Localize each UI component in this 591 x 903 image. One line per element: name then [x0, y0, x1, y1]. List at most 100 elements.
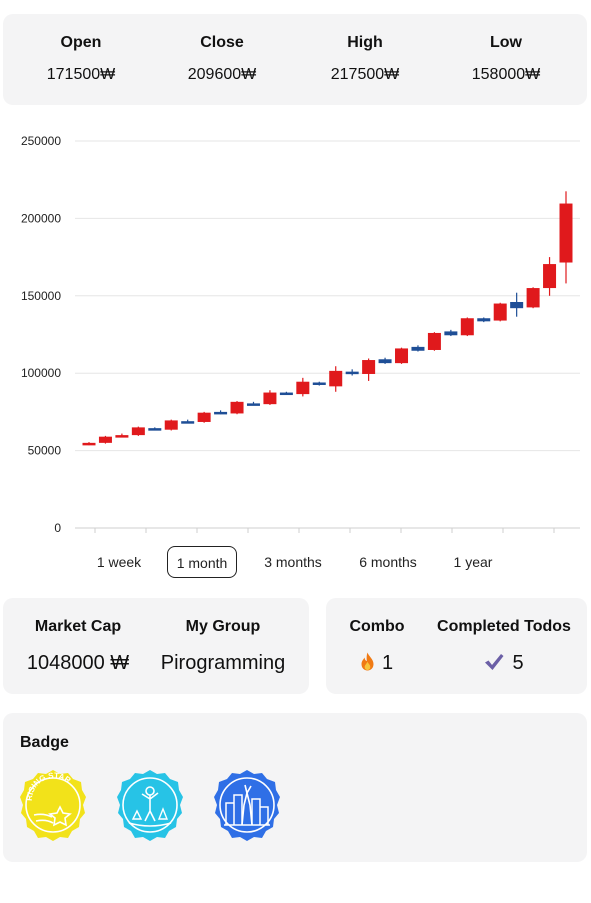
high-value: 217500₩ — [330, 66, 400, 83]
candle — [329, 366, 343, 392]
candle — [526, 287, 540, 309]
nature-badge-icon[interactable] — [117, 769, 183, 841]
candle — [345, 369, 359, 376]
candle-body-down — [279, 392, 293, 396]
candle — [246, 401, 260, 406]
candle — [181, 419, 195, 424]
candle-body-up — [82, 442, 96, 446]
candle — [460, 317, 474, 337]
chart-y-axis: 0 50000 100000 150000 200000 250000 — [21, 134, 580, 535]
city-badge-icon[interactable] — [214, 769, 280, 841]
todos-value-row: 5 — [430, 652, 578, 675]
activity-card: Combo 1 Completed Todos 5 — [326, 598, 587, 694]
combo-label: Combo — [349, 618, 405, 635]
todos-value: 5 — [512, 652, 524, 674]
high-label: High — [347, 34, 383, 51]
y-tick-label: 150000 — [21, 289, 61, 303]
candle — [230, 401, 244, 415]
candle-body-down — [214, 411, 228, 415]
candle-body-up — [230, 401, 244, 414]
candle-body-down — [345, 371, 359, 375]
candle-body-up — [197, 412, 211, 422]
candle — [98, 435, 112, 444]
combo-value-row: 1 — [338, 652, 416, 675]
y-tick-label: 200000 — [21, 211, 61, 225]
todos-label: Completed Todos — [437, 618, 571, 635]
candle — [395, 347, 409, 364]
market-cap-label: Market Cap — [34, 618, 122, 635]
candle — [312, 381, 326, 386]
candle — [279, 391, 293, 396]
candle-body-up — [296, 381, 310, 395]
candle — [148, 427, 162, 431]
candle-body-up — [362, 360, 376, 374]
checkmark-icon — [485, 654, 504, 670]
range-1-month[interactable]: 1 month — [167, 546, 237, 578]
y-tick-label: 100000 — [21, 366, 61, 380]
candle — [493, 302, 507, 322]
rising-star-badge-icon[interactable]: RISING STAR — [20, 769, 86, 841]
range-1-week[interactable]: 1 week — [84, 546, 154, 578]
close-value: 209600₩ — [187, 66, 257, 83]
candle — [378, 357, 392, 364]
market-cap-value: 1048000 ₩ — [26, 652, 130, 674]
candle — [296, 377, 310, 397]
candle — [559, 191, 573, 284]
candle-body-up — [526, 288, 540, 308]
range-6-months[interactable]: 6 months — [347, 546, 429, 578]
time-range-selector: 1 week 1 month 3 months 6 months 1 year — [0, 546, 591, 580]
candle — [362, 358, 376, 381]
candle-body-down — [246, 403, 260, 406]
candle-body-down — [312, 382, 326, 385]
candle-body-up — [559, 203, 573, 263]
candle-body-up — [543, 264, 557, 289]
ohlc-summary-card: Open 171500₩ Close 209600₩ High 217500₩ … — [3, 14, 587, 105]
open-label: Open — [60, 34, 102, 51]
candle — [510, 292, 524, 317]
range-1-year[interactable]: 1 year — [441, 546, 505, 578]
candle-body-up — [493, 303, 507, 321]
candle-body-up — [329, 370, 343, 387]
high-column: High 217500₩ — [305, 14, 425, 84]
candle — [444, 329, 458, 337]
group-value: Pirogramming — [160, 652, 286, 674]
y-tick-label: 0 — [54, 521, 61, 535]
candle-body-down — [148, 428, 162, 431]
low-label: Low — [490, 34, 522, 51]
candle-body-up — [164, 420, 178, 430]
range-3-months[interactable]: 3 months — [252, 546, 334, 578]
candle — [411, 345, 425, 352]
candle — [164, 419, 178, 431]
candle-body-down — [477, 318, 491, 322]
candle-body-down — [444, 331, 458, 336]
market-info-card: Market Cap 1048000 ₩ My Group Pirogrammi… — [3, 598, 309, 694]
group-label: My Group — [185, 618, 261, 635]
candle-body-down — [378, 359, 392, 364]
flame-icon — [361, 652, 374, 671]
chart-grid — [75, 140, 580, 529]
chart-candles — [82, 191, 573, 446]
badge-title: Badge — [20, 734, 69, 751]
y-tick-label: 250000 — [21, 134, 61, 148]
candle-body-up — [115, 435, 129, 438]
low-column: Low 158000₩ — [446, 14, 566, 84]
low-value: 158000₩ — [471, 66, 541, 83]
candle — [82, 442, 96, 446]
candle-body-up — [98, 436, 112, 443]
candle-body-up — [460, 318, 474, 336]
candle-body-down — [181, 421, 195, 424]
open-column: Open 171500₩ — [21, 14, 141, 84]
close-label: Close — [200, 34, 244, 51]
candle — [427, 332, 441, 351]
candle — [197, 411, 211, 423]
candle-body-up — [263, 392, 277, 405]
candle-body-down — [411, 346, 425, 351]
candle-body-down — [510, 301, 524, 309]
candle — [131, 426, 145, 436]
candle — [477, 317, 491, 323]
price-candlestick-chart: 0 50000 100000 150000 200000 250000 — [21, 134, 580, 535]
combo-value: 1 — [381, 652, 394, 674]
candle-body-up — [395, 348, 409, 364]
y-tick-label: 50000 — [28, 444, 62, 458]
candle-body-up — [427, 332, 441, 350]
